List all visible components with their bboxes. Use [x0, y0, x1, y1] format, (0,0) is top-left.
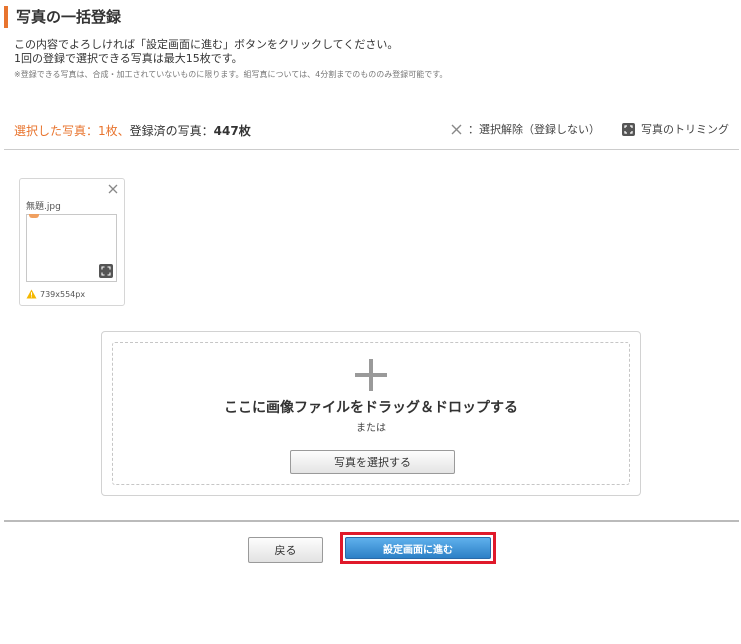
registered-label: 登録済の写真： [129, 124, 214, 138]
dropzone-title: ここに画像ファイルをドラッグ＆ドロップする [224, 400, 518, 416]
page-title: 写真の一括登録 [4, 6, 121, 28]
registration-note: ※登録できる写真は、合成・加工されていないものに限ります。組写真については、4分… [14, 70, 448, 79]
description-line-1: この内容でよろしければ「設定画面に進む」ボタンをクリックしてください。 [14, 38, 399, 51]
trim-icon[interactable] [99, 264, 113, 278]
photo-card: 無題.jpg 739x554px [19, 178, 125, 306]
selection-status: 選択した写真：1枚、登録済の写真：447枚 [14, 123, 251, 139]
registered-count: 447枚 [213, 124, 251, 138]
photo-size-warning: 739x554px [26, 289, 85, 299]
dropzone[interactable]: ここに画像ファイルをドラッグ＆ドロップする または 写真を選択する [101, 331, 641, 496]
legend-actions: ：選択解除（登録しない） 写真のトリミング [429, 121, 729, 137]
trim-label: 写真のトリミング [641, 123, 729, 136]
proceed-to-settings-button[interactable]: 設定画面に進む [345, 537, 491, 559]
deselect-label: ：選択解除（登録しない） [468, 123, 600, 136]
select-photo-button[interactable]: 写真を選択する [290, 450, 455, 474]
deselect-legend: ：選択解除（登録しない） [451, 121, 600, 137]
trim-legend: 写真のトリミング [622, 121, 729, 137]
next-button-highlight: 設定画面に進む [340, 532, 496, 564]
trim-icon [622, 122, 635, 136]
warning-icon [26, 289, 37, 299]
close-icon [451, 124, 462, 134]
footer-divider [4, 520, 739, 522]
dropzone-inner[interactable]: ここに画像ファイルをドラッグ＆ドロップする または 写真を選択する [112, 342, 630, 485]
divider [4, 149, 739, 150]
photo-filename: 無題.jpg [26, 202, 61, 212]
photo-thumbnail[interactable] [26, 214, 117, 282]
dropzone-or: または [356, 423, 386, 434]
remove-photo-icon[interactable] [107, 183, 119, 195]
page-description: この内容でよろしければ「設定画面に進む」ボタンをクリックしてください。 1回の登… [14, 38, 398, 66]
plus-icon [355, 359, 387, 391]
photo-dimensions: 739x554px [40, 289, 86, 299]
thumbnail-marker [29, 214, 39, 218]
description-line-2: 1回の登録で選択できる写真は最大15枚です。 [14, 52, 243, 65]
selected-count: 選択した写真：1枚、 [14, 124, 130, 138]
back-button[interactable]: 戻る [248, 537, 323, 563]
